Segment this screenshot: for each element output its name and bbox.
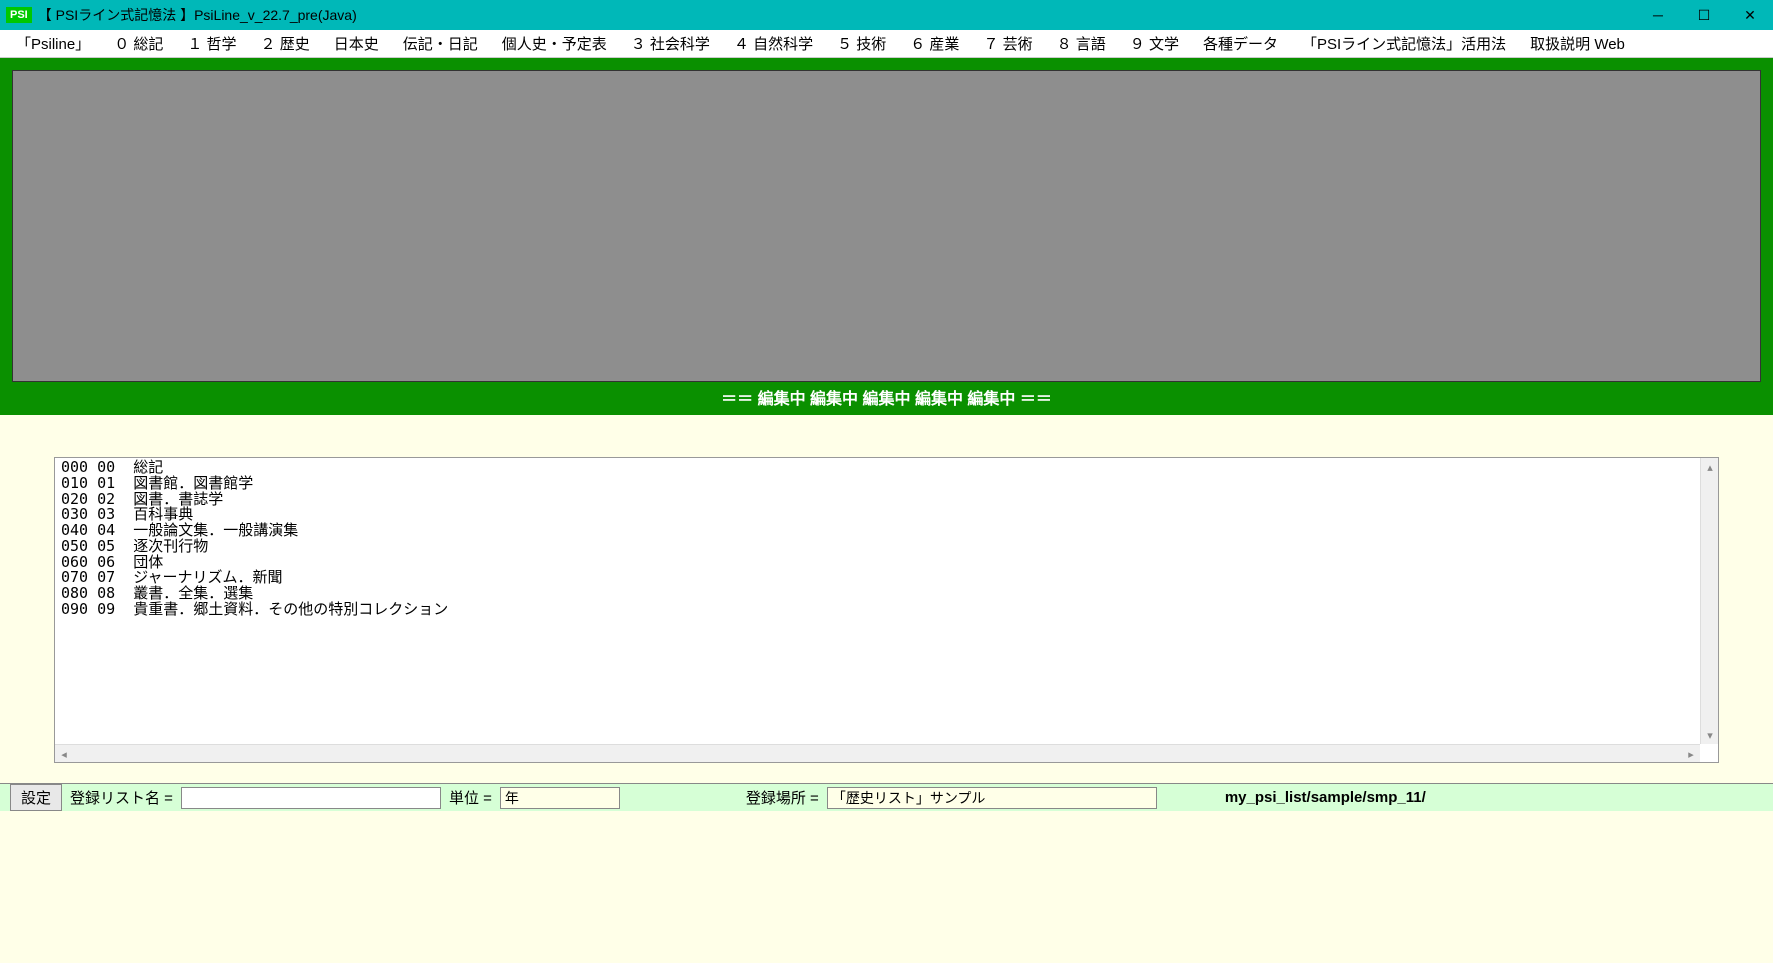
upper-panel-frame: ＝＝ 編集中 編集中 編集中 編集中 編集中 ＝＝: [0, 58, 1773, 415]
scroll-right-icon[interactable]: ▸: [1682, 745, 1700, 763]
title-bar: PSI 【 PSIライン式記憶法 】PsiLine_v_22.7_pre(Jav…: [0, 0, 1773, 30]
minimize-button[interactable]: ─: [1635, 0, 1681, 30]
menu-3-shakai[interactable]: ３ 社会科学: [619, 30, 722, 57]
location-label: 登録場所 =: [746, 787, 819, 808]
menu-nihonshi[interactable]: 日本史: [322, 30, 391, 57]
scroll-down-icon[interactable]: ▾: [1701, 726, 1719, 744]
menu-6-sangyo[interactable]: ６ 産業: [898, 30, 971, 57]
editing-status-banner: ＝＝ 編集中 編集中 編集中 編集中 編集中 ＝＝: [12, 382, 1761, 415]
editor-wrap: 000 00 総記 010 01 図書館．図書館学 020 02 図書．書誌学 …: [0, 457, 1773, 763]
unit-value[interactable]: 年: [500, 787, 620, 809]
scroll-up-icon[interactable]: ▴: [1701, 458, 1719, 476]
menu-5-gijutsu[interactable]: ５ 技術: [825, 30, 898, 57]
bottom-gap: [0, 763, 1773, 783]
menu-usage[interactable]: 「PSIライン式記憶法」活用法: [1290, 30, 1518, 57]
menu-help-web[interactable]: 取扱説明 Web: [1518, 30, 1637, 57]
window-title: 【 PSIライン式記憶法 】PsiLine_v_22.7_pre(Java): [38, 5, 1635, 25]
location-value[interactable]: 「歴史リスト」サンプル: [827, 787, 1157, 809]
text-editor[interactable]: 000 00 総記 010 01 図書館．図書館学 020 02 図書．書誌学 …: [54, 457, 1719, 763]
settings-button[interactable]: 設定: [10, 784, 62, 811]
maximize-button[interactable]: ☐: [1681, 0, 1727, 30]
horizontal-scrollbar[interactable]: ◂ ▸: [55, 744, 1700, 762]
menu-1-tetsugaku[interactable]: １ 哲学: [175, 30, 248, 57]
unit-label: 単位 =: [449, 787, 492, 808]
vertical-scrollbar[interactable]: ▴ ▾: [1700, 458, 1718, 744]
editor-content[interactable]: 000 00 総記 010 01 図書館．図書館学 020 02 図書．書誌学 …: [55, 458, 1718, 620]
window-controls: ─ ☐ ✕: [1635, 0, 1773, 30]
menu-0-souki[interactable]: ０ 総記: [102, 30, 175, 57]
menu-8-gengo[interactable]: ８ 言語: [1045, 30, 1118, 57]
menu-4-shizen[interactable]: ４ 自然科学: [722, 30, 825, 57]
menu-7-geijutsu[interactable]: ７ 芸術: [971, 30, 1044, 57]
scroll-left-icon[interactable]: ◂: [55, 745, 73, 763]
list-name-label: 登録リスト名 =: [70, 787, 173, 808]
menu-data[interactable]: 各種データ: [1191, 30, 1290, 57]
spacer: [0, 415, 1773, 457]
menu-9-bungaku[interactable]: ９ 文学: [1118, 30, 1191, 57]
menu-bar: 「Psiline」 ０ 総記 １ 哲学 ２ 歴史 日本史 伝記・日記 個人史・予…: [0, 30, 1773, 58]
canvas-area[interactable]: [12, 70, 1761, 382]
menu-denki[interactable]: 伝記・日記: [391, 30, 490, 57]
app-icon: PSI: [6, 7, 32, 23]
menu-2-rekishi[interactable]: ２ 歴史: [249, 30, 322, 57]
menu-kojinshi[interactable]: 個人史・予定表: [490, 30, 619, 57]
list-name-input[interactable]: [181, 787, 441, 809]
bottom-bar: 設定 登録リスト名 = 単位 = 年 登録場所 = 「歴史リスト」サンプル my…: [0, 783, 1773, 811]
close-button[interactable]: ✕: [1727, 0, 1773, 30]
menu-psiline[interactable]: 「Psiline」: [4, 30, 102, 57]
path-display: my_psi_list/sample/smp_11/: [1225, 789, 1426, 806]
